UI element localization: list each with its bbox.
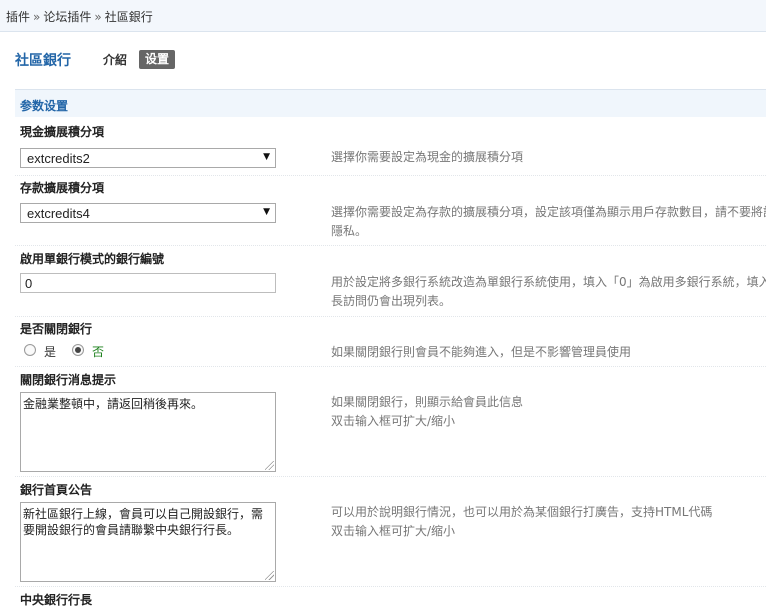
cash-credit-tip: 選擇你需要設定為現金的擴展積分項 xyxy=(331,150,524,164)
breadcrumb-separator: » xyxy=(94,10,102,24)
deposit-credit-label: 存款擴展積分項 xyxy=(20,181,105,195)
homepage-notice-textarea[interactable]: 新社區銀行上線，會員可以自己開設銀行，需要開設銀行的會員請聯繫中央銀行行長。 xyxy=(20,502,276,582)
tab-settings[interactable]: 设置 xyxy=(139,50,176,69)
close-message-value: 金融業整頓中，請返回稍後再來。 xyxy=(23,397,204,411)
resize-grip-icon[interactable] xyxy=(265,571,274,580)
breadcrumb-bar: 插件» 论坛插件» 社區銀行 xyxy=(0,0,766,32)
central-governor-label: 中央銀行行長 xyxy=(20,593,93,607)
homepage-notice-tip: 可以用於說明銀行情況，也可以用於為某個銀行打廣告，支持HTML代碼 双击输入框可… xyxy=(331,505,713,538)
tab-intro[interactable]: 介紹 xyxy=(103,51,127,68)
deposit-credit-select[interactable]: extcredits4 ▼ xyxy=(20,203,276,223)
cash-credit-value: extcredits2 xyxy=(27,151,90,166)
row-divider xyxy=(15,476,766,477)
close-bank-label: 是否關閉銀行 xyxy=(20,322,93,336)
row-divider xyxy=(15,366,766,367)
breadcrumb-separator: » xyxy=(33,10,41,24)
dropdown-arrow-icon: ▼ xyxy=(263,152,270,162)
row-divider xyxy=(15,316,766,317)
single-bank-tip: 用於設定將多銀行系統改造為單銀行系統使用，填入「0」為啟用多銀行系統，填入 長訪… xyxy=(331,275,766,308)
deposit-credit-tip: 選擇你需要設定為存款的擴展積分項，設定該項僅為顯示用戶存款數目，請不要將該 隱私… xyxy=(331,205,766,238)
close-bank-no-radio[interactable] xyxy=(72,344,84,356)
section-header: 参数设置 xyxy=(15,89,766,117)
close-bank-no-label[interactable]: 否 xyxy=(92,343,104,360)
close-message-label: 關閉銀行消息提示 xyxy=(20,373,117,387)
resize-grip-icon[interactable] xyxy=(265,461,274,470)
deposit-credit-value: extcredits4 xyxy=(27,206,90,221)
close-message-textarea[interactable]: 金融業整頓中，請返回稍後再來。 xyxy=(20,392,276,472)
row-divider xyxy=(15,175,766,176)
row-divider xyxy=(15,245,766,246)
homepage-notice-value: 新社區銀行上線，會員可以自己開設銀行，需要開設銀行的會員請聯繫中央銀行行長。 xyxy=(23,507,264,537)
single-bank-input[interactable]: 0 xyxy=(20,273,276,293)
breadcrumb-item-plugins[interactable]: 插件 xyxy=(6,10,30,24)
close-bank-yes-radio[interactable] xyxy=(24,344,36,356)
close-bank-yes-label[interactable]: 是 xyxy=(44,343,56,360)
close-bank-tip: 如果關閉銀行則會員不能夠進入，但是不影響管理員使用 xyxy=(331,345,632,359)
dropdown-arrow-icon: ▼ xyxy=(263,207,270,217)
section-title: 参数设置 xyxy=(20,99,69,113)
cash-credit-select[interactable]: extcredits2 ▼ xyxy=(20,148,276,168)
single-bank-label: 啟用單銀行模式的銀行編號 xyxy=(20,252,165,266)
homepage-notice-label: 銀行首頁公告 xyxy=(20,483,93,497)
single-bank-value: 0 xyxy=(25,276,33,291)
breadcrumb: 插件» 论坛插件» 社區銀行 xyxy=(6,8,153,25)
close-message-tip: 如果關閉銀行，則顯示給會員此信息 双击输入框可扩大/缩小 xyxy=(331,395,524,428)
row-divider xyxy=(15,586,766,587)
breadcrumb-item-forum-plugins[interactable]: 论坛插件 xyxy=(43,10,91,24)
plugin-title: 社區銀行 xyxy=(15,53,71,69)
breadcrumb-item-current: 社區銀行 xyxy=(104,10,153,24)
cash-credit-label: 現金擴展積分項 xyxy=(20,125,105,139)
